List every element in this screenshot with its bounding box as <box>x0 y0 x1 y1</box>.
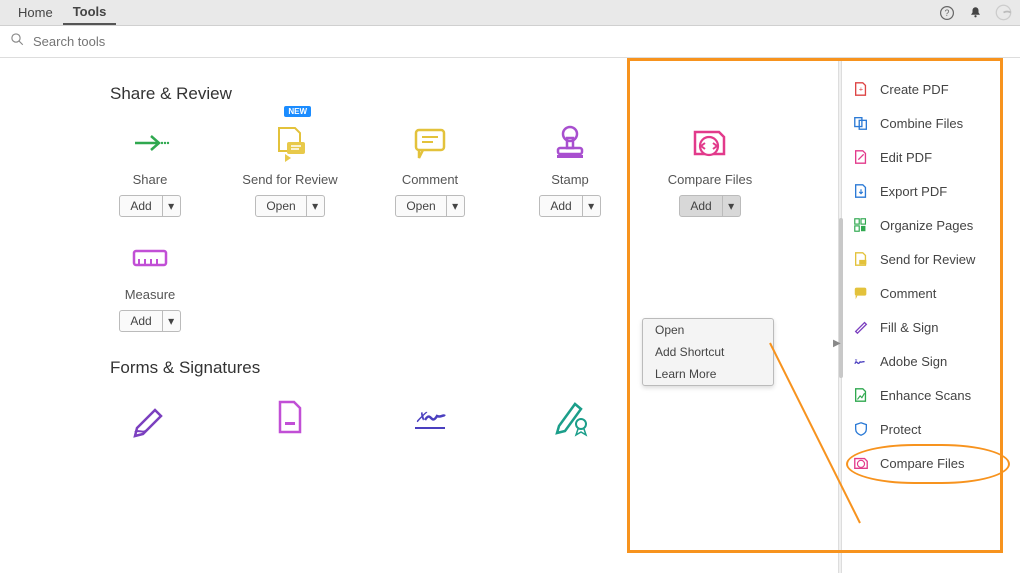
rp-label: Enhance Scans <box>880 388 971 403</box>
rp-export-pdf[interactable]: Export PDF <box>852 174 1020 208</box>
comment-open-button[interactable]: Open <box>395 195 446 217</box>
comment-dropdown-caret[interactable]: ▾ <box>447 195 465 217</box>
measure-icon <box>129 237 171 279</box>
search-icon <box>10 32 25 52</box>
scroll-thumb[interactable] <box>839 218 843 378</box>
rp-label: Comment <box>880 286 936 301</box>
comment-small-icon <box>852 284 870 302</box>
compare-dropdown-caret[interactable]: ▾ <box>723 195 741 217</box>
send-review-dropdown-caret[interactable]: ▾ <box>307 195 325 217</box>
tool-label: Stamp <box>551 172 589 187</box>
tool-label: Share <box>133 172 168 187</box>
rp-protect[interactable]: Protect <box>852 412 1020 446</box>
tool-send-for-review[interactable]: NEW Send for Review Open ▾ <box>220 122 360 217</box>
stamp-icon <box>549 122 591 164</box>
compare-files-small-icon <box>852 454 870 472</box>
rp-fill-sign[interactable]: Fill & Sign <box>852 310 1020 344</box>
measure-dropdown-caret[interactable]: ▾ <box>163 310 181 332</box>
rp-label: Organize Pages <box>880 218 973 233</box>
search-row <box>0 26 1020 58</box>
compare-dropdown-menu: Open Add Shortcut Learn More <box>642 318 774 386</box>
send-review-open-button[interactable]: Open <box>255 195 306 217</box>
form-document-icon <box>269 396 311 438</box>
dropdown-learn-more[interactable]: Learn More <box>643 363 773 385</box>
svg-text:x: x <box>855 358 858 364</box>
fill-sign-small-icon <box>852 318 870 336</box>
rp-comment[interactable]: Comment <box>852 276 1020 310</box>
certificate-pen-icon <box>549 396 591 438</box>
tool-certificates-icon-only[interactable] <box>500 396 640 438</box>
tool-fill-sign-icon-only[interactable] <box>80 396 220 438</box>
tool-label: Measure <box>125 287 176 302</box>
right-shortcuts-panel: + Create PDF Combine Files Edit PDF Expo… <box>842 58 1020 573</box>
bell-icon[interactable] <box>966 4 984 22</box>
search-input[interactable] <box>31 33 331 50</box>
organize-pages-icon <box>852 216 870 234</box>
stamp-dropdown-caret[interactable]: ▾ <box>583 195 601 217</box>
tool-measure[interactable]: Measure Add ▾ <box>80 237 220 332</box>
tab-home[interactable]: Home <box>8 1 63 24</box>
svg-text:+: + <box>859 86 863 94</box>
send-for-review-small-icon <box>852 250 870 268</box>
combine-files-icon <box>852 114 870 132</box>
rp-organize-pages[interactable]: Organize Pages <box>852 208 1020 242</box>
protect-shield-icon <box>852 420 870 438</box>
dropdown-open[interactable]: Open <box>643 319 773 341</box>
adobe-sign-small-icon: x <box>852 352 870 370</box>
new-badge: NEW <box>284 106 311 117</box>
export-pdf-icon <box>852 182 870 200</box>
main-tools-area: Share & Review Share Add ▾ NEW <box>0 58 838 573</box>
adobe-sign-icon: ✗ <box>409 396 451 438</box>
rp-create-pdf[interactable]: + Create PDF <box>852 72 1020 106</box>
tool-share[interactable]: Share Add ▾ <box>80 122 220 217</box>
rp-label: Export PDF <box>880 184 947 199</box>
edit-pdf-icon <box>852 148 870 166</box>
account-icon[interactable] <box>994 4 1012 22</box>
tool-label: Send for Review <box>242 172 337 187</box>
rp-combine-files[interactable]: Combine Files <box>852 106 1020 140</box>
compare-add-button[interactable]: Add <box>679 195 722 217</box>
enhance-scans-icon <box>852 386 870 404</box>
tool-compare-files[interactable]: Compare Files Add ▾ <box>640 122 780 217</box>
svg-text:?: ? <box>945 8 950 18</box>
rp-edit-pdf[interactable]: Edit PDF <box>852 140 1020 174</box>
share-add-button[interactable]: Add <box>119 195 162 217</box>
expand-handle-icon[interactable]: ▶ <box>833 338 841 349</box>
stamp-add-button[interactable]: Add <box>539 195 582 217</box>
rp-send-for-review[interactable]: Send for Review <box>852 242 1020 276</box>
rp-compare-files[interactable]: Compare Files <box>852 446 1020 480</box>
comment-icon <box>409 122 451 164</box>
rp-label: Edit PDF <box>880 150 932 165</box>
rp-label: Send for Review <box>880 252 975 267</box>
panel-divider[interactable]: ▶ <box>838 58 842 573</box>
rp-label: Fill & Sign <box>880 320 939 335</box>
measure-add-button[interactable]: Add <box>119 310 162 332</box>
tab-tools[interactable]: Tools <box>63 0 117 25</box>
rp-label: Compare Files <box>880 456 965 471</box>
pen-sign-icon <box>129 396 171 438</box>
compare-files-icon <box>689 122 731 164</box>
rp-adobe-sign[interactable]: x Adobe Sign <box>852 344 1020 378</box>
tool-comment[interactable]: Comment Open ▾ <box>360 122 500 217</box>
tool-stamp[interactable]: Stamp Add ▾ <box>500 122 640 217</box>
tool-prepare-form-icon-only[interactable] <box>220 396 360 438</box>
send-for-review-icon <box>269 122 311 164</box>
rp-label: Create PDF <box>880 82 949 97</box>
share-dropdown-caret[interactable]: ▾ <box>163 195 181 217</box>
rp-label: Combine Files <box>880 116 963 131</box>
rp-label: Adobe Sign <box>880 354 947 369</box>
rp-label: Protect <box>880 422 921 437</box>
help-icon[interactable]: ? <box>938 4 956 22</box>
tool-adobe-sign-icon-only[interactable]: ✗ <box>360 396 500 438</box>
dropdown-add-shortcut[interactable]: Add Shortcut <box>643 341 773 363</box>
create-pdf-icon: + <box>852 80 870 98</box>
topbar: Home Tools ? <box>0 0 1020 26</box>
section-share-review: Share & Review <box>110 84 838 104</box>
share-icon <box>129 122 171 164</box>
tool-label: Compare Files <box>668 172 753 187</box>
tool-label: Comment <box>402 172 458 187</box>
rp-enhance-scans[interactable]: Enhance Scans <box>852 378 1020 412</box>
